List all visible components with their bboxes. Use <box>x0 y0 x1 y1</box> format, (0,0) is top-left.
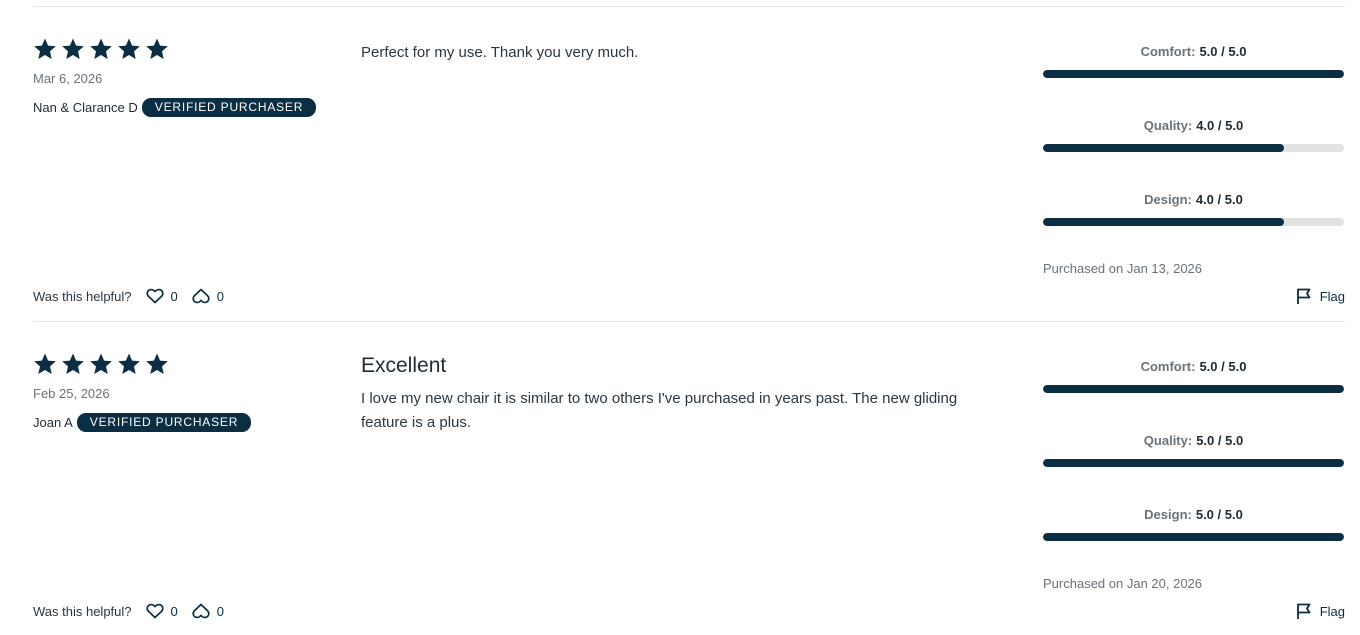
star-rating <box>33 37 169 61</box>
rating-bar <box>1043 144 1344 152</box>
like-button[interactable]: 0 <box>145 288 178 304</box>
dislike-count: 0 <box>216 603 224 619</box>
rating-bar <box>1043 459 1344 467</box>
like-count: 0 <box>170 288 178 304</box>
rating-label: Design: 5.0 / 5.0 <box>1043 507 1344 523</box>
rating-name: Design: <box>1144 192 1192 207</box>
rating-quality: Quality: 4.0 / 5.0 <box>1043 118 1344 192</box>
rating-name: Quality: <box>1143 433 1193 448</box>
flag-button[interactable]: Flag <box>1296 603 1345 620</box>
heart-icon <box>145 603 164 619</box>
rating-value: 5.0 / 5.0 <box>1195 507 1243 522</box>
dislike-button[interactable]: 0 <box>192 603 224 619</box>
rating-bar <box>1043 70 1344 78</box>
review-author: Nan & Clarance D <box>33 100 138 115</box>
rating-design: Design: 4.0 / 5.0 <box>1043 192 1344 266</box>
review-text: Perfect for my use. Thank you very much. <box>361 44 639 61</box>
helpful-label: Was this helpful? <box>33 288 132 304</box>
rating-bar <box>1043 533 1344 541</box>
star-icon <box>61 352 85 376</box>
rating-label: Design: 4.0 / 5.0 <box>1043 192 1344 208</box>
verified-badge: VERIFIED PURCHASER <box>76 413 252 432</box>
sub-ratings: Comfort: 5.0 / 5.0 Quality: 5.0 / 5.0 Desi… <box>1043 359 1344 581</box>
helpful-row: Was this helpful? 0 0 <box>33 603 224 619</box>
verified-badge: VERIFIED PURCHASER <box>141 98 317 117</box>
rating-quality: Quality: 5.0 / 5.0 <box>1043 433 1344 507</box>
purchase-date: Purchased on Jan 13, 2026 <box>1043 261 1203 276</box>
rating-comfort: Comfort: 5.0 / 5.0 <box>1043 359 1344 433</box>
rating-value: 4.0 / 5.0 <box>1196 118 1244 133</box>
purchase-date: Purchased on Jan 20, 2026 <box>1043 576 1203 591</box>
star-icon <box>61 37 85 61</box>
star-icon <box>33 37 57 61</box>
review-card: Feb 25, 2026 Joan A VERIFIED PURCHASER E… <box>33 322 1345 635</box>
like-button[interactable]: 0 <box>145 603 178 619</box>
rating-comfort: Comfort: 5.0 / 5.0 <box>1043 44 1344 118</box>
rating-name: Quality: <box>1143 118 1193 133</box>
star-icon <box>145 37 169 61</box>
rating-bar-fill <box>1043 533 1344 541</box>
review-title: Excellent <box>361 354 447 377</box>
review-card: Mar 6, 2026 Nan & Clarance D VERIFIED PU… <box>33 7 1345 322</box>
reviews-list: Mar 6, 2026 Nan & Clarance D VERIFIED PU… <box>0 0 1360 635</box>
rating-label: Comfort: 5.0 / 5.0 <box>1043 44 1344 60</box>
rating-name: Comfort: <box>1140 359 1196 374</box>
dislike-button[interactable]: 0 <box>192 288 224 304</box>
star-icon <box>117 37 141 61</box>
heart-icon <box>145 288 164 304</box>
inverted-heart-icon <box>192 288 210 304</box>
helpful-row: Was this helpful? 0 0 <box>33 288 224 304</box>
star-rating <box>33 352 169 376</box>
flag-label: Flag <box>1319 604 1345 619</box>
rating-bar-fill <box>1043 144 1284 152</box>
like-count: 0 <box>170 603 178 619</box>
inverted-heart-icon <box>192 603 210 619</box>
rating-label: Comfort: 5.0 / 5.0 <box>1043 359 1344 375</box>
star-icon <box>117 352 141 376</box>
review-author: Joan A <box>33 415 73 430</box>
rating-name: Design: <box>1144 507 1192 522</box>
star-icon <box>89 37 113 61</box>
star-icon <box>145 352 169 376</box>
author-row: Joan A VERIFIED PURCHASER <box>33 413 252 432</box>
rating-bar <box>1043 385 1344 393</box>
flag-button[interactable]: Flag <box>1296 288 1345 305</box>
rating-label: Quality: 4.0 / 5.0 <box>1043 118 1344 134</box>
rating-label: Quality: 5.0 / 5.0 <box>1043 433 1344 449</box>
star-icon <box>33 352 57 376</box>
rating-name: Comfort: <box>1140 44 1196 59</box>
review-text: I love my new chair it is similar to two… <box>361 390 958 431</box>
rating-bar-fill <box>1043 70 1344 78</box>
rating-bar-fill <box>1043 459 1344 467</box>
review-body: Excellent I love my new chair it is simi… <box>361 353 1001 435</box>
helpful-label: Was this helpful? <box>33 603 132 619</box>
star-icon <box>89 352 113 376</box>
rating-design: Design: 5.0 / 5.0 <box>1043 507 1344 581</box>
rating-value: 5.0 / 5.0 <box>1199 359 1247 374</box>
dislike-count: 0 <box>216 288 224 304</box>
author-row: Nan & Clarance D VERIFIED PURCHASER <box>33 98 317 117</box>
rating-bar <box>1043 218 1344 226</box>
review-body: Perfect for my use. Thank you very much. <box>361 41 1001 65</box>
review-date: Feb 25, 2026 <box>33 386 110 401</box>
sub-ratings: Comfort: 5.0 / 5.0 Quality: 4.0 / 5.0 Desi… <box>1043 44 1344 266</box>
rating-value: 5.0 / 5.0 <box>1199 44 1247 59</box>
rating-value: 5.0 / 5.0 <box>1196 433 1244 448</box>
flag-icon <box>1296 603 1311 619</box>
flag-label: Flag <box>1319 289 1345 304</box>
review-date: Mar 6, 2026 <box>33 71 103 86</box>
rating-bar-fill <box>1043 218 1284 226</box>
rating-bar-fill <box>1043 385 1344 393</box>
flag-icon <box>1296 288 1311 304</box>
rating-value: 4.0 / 5.0 <box>1195 192 1243 207</box>
